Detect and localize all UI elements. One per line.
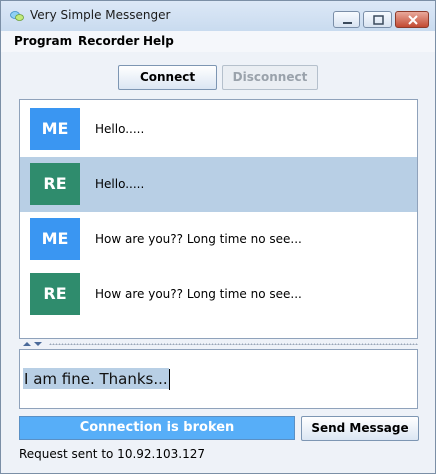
avatar: ME [30, 108, 80, 150]
message-row[interactable]: ME Hello..... [20, 102, 417, 157]
connection-status: Connection is broken [19, 416, 295, 440]
avatar: ME [30, 218, 80, 260]
message-text: How are you?? Long time no see... [95, 232, 302, 246]
message-text: How are you?? Long time no see... [95, 287, 302, 301]
message-text: Hello..... [95, 122, 145, 136]
close-button[interactable] [395, 11, 429, 28]
splitter-grip [49, 343, 418, 345]
menu-program[interactable]: Program [14, 34, 72, 48]
avatar: RE [30, 273, 80, 315]
split-pane-divider[interactable] [19, 340, 418, 348]
message-text: Hello..... [95, 177, 145, 191]
text-caret [168, 369, 170, 390]
minimize-button[interactable] [333, 11, 360, 28]
splitter-arrows-icon [23, 342, 42, 346]
connect-button[interactable]: Connect [118, 65, 217, 90]
disconnect-button[interactable]: Disconnect [222, 65, 318, 90]
menu-help[interactable]: Help [143, 34, 174, 48]
close-icon [408, 15, 418, 25]
send-message-button[interactable]: Send Message [301, 416, 419, 441]
message-list[interactable]: ME Hello..... RE Hello..... ME How are y… [19, 99, 418, 339]
message-input-text: I am fine. Thanks... [23, 368, 170, 390]
minimize-icon [343, 22, 352, 24]
title-bar[interactable]: Very Simple Messenger [1, 1, 435, 32]
request-info-label: Request sent to 10.92.103.127 [19, 447, 205, 461]
window-title: Very Simple Messenger [30, 8, 171, 22]
message-row[interactable]: RE Hello..... [20, 157, 417, 212]
message-input[interactable]: I am fine. Thanks... [19, 349, 418, 409]
message-row[interactable]: ME How are you?? Long time no see... [20, 212, 417, 267]
maximize-icon [373, 15, 384, 25]
menu-bar: Program Recorder Help [1, 31, 435, 52]
app-icon [10, 11, 24, 21]
maximize-button[interactable] [363, 11, 392, 28]
menu-recorder[interactable]: Recorder [78, 34, 139, 48]
message-row[interactable]: RE How are you?? Long time no see... [20, 267, 417, 322]
avatar: RE [30, 163, 80, 205]
app-window: Very Simple Messenger Program Recorder H… [0, 0, 436, 474]
